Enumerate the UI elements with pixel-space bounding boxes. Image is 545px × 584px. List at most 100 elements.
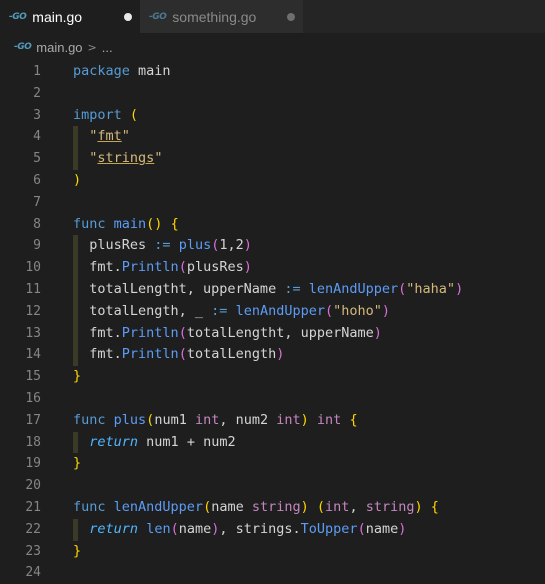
code-token: ( <box>316 498 326 515</box>
code-token: ) <box>300 411 309 428</box>
code-token: ( <box>324 302 334 319</box>
code-editor[interactable]: 1 package main 2 3 import (4 "fmt" 5 "strings… <box>0 61 545 584</box>
code-token: fmt <box>97 128 122 145</box>
code-token: len <box>146 520 171 537</box>
line-number: 2 <box>33 85 41 101</box>
code-line[interactable]: 7 <box>0 192 545 214</box>
code-token: ToUpper <box>300 520 358 537</box>
code-line[interactable]: 16 <box>0 388 545 410</box>
code-token: Println <box>121 259 179 276</box>
code-line[interactable]: 9 plusRes := plus(1,2) <box>0 235 545 258</box>
breadcrumb-file[interactable]: main.go <box>36 40 82 55</box>
code-line[interactable]: 18 return num1 + num2 <box>0 431 545 454</box>
code-line[interactable]: 6) <box>0 170 545 192</box>
code-token: Println <box>121 324 179 341</box>
code-line[interactable]: 2 <box>0 83 545 105</box>
code-line[interactable]: 20 <box>0 475 545 497</box>
code-token: int <box>325 498 350 515</box>
code-line[interactable]: 8 func main() { <box>0 214 545 236</box>
code-token: plusRes <box>186 259 244 276</box>
code-line[interactable]: 24 <box>0 562 545 584</box>
tab-label: main.go <box>32 8 83 25</box>
code-token: string <box>251 498 301 515</box>
code-text: } <box>73 541 81 563</box>
code-line[interactable]: 12 totalLength, _ := lenAndUpper("hoho") <box>0 300 545 323</box>
code-token: return <box>89 433 139 450</box>
code-token: := <box>211 302 228 319</box>
code-token: Println <box>121 346 179 363</box>
code-token: main <box>113 215 147 232</box>
code-token: string <box>365 498 415 515</box>
breadcrumb-symbols[interactable]: ... <box>102 40 113 55</box>
code-text: fmt.Println(plusRes) <box>73 257 252 279</box>
code-token: ) <box>398 520 407 537</box>
code-line[interactable]: 11 totalLengtht, upperName := lenAndUppe… <box>0 278 545 301</box>
line-number: 20 <box>25 478 41 494</box>
code-token: name <box>365 520 399 537</box>
code-line[interactable]: 21 func lenAndUpper(name string) (int, st… <box>0 497 545 519</box>
tab-something-go[interactable]: -GO something.go <box>140 0 303 33</box>
code-text: totalLength, _ := lenAndUpper("hoho") <box>73 301 390 323</box>
code-token: plus <box>178 237 212 254</box>
code-line[interactable]: 4 "fmt" <box>0 126 545 149</box>
code-line[interactable]: 15} <box>0 366 545 388</box>
code-line[interactable]: 5 "strings" <box>0 148 545 170</box>
code-token: fmt. <box>73 259 122 276</box>
line-number: 22 <box>25 521 41 537</box>
code-token: , strings. <box>219 520 301 537</box>
unsaved-dot-icon[interactable] <box>124 12 132 21</box>
code-text: import ( <box>73 105 138 127</box>
tab-main-go[interactable]: -GO main.go <box>0 0 140 33</box>
code-text: "fmt" <box>73 126 130 148</box>
code-token: ( <box>129 106 139 123</box>
code-token: ( <box>170 520 179 537</box>
code-token: ) <box>373 324 382 341</box>
code-line[interactable]: 14 fmt.Println(totalLength) <box>0 344 545 367</box>
line-number: 13 <box>25 325 41 341</box>
unsaved-dot-icon[interactable] <box>287 12 295 21</box>
code-line[interactable]: 3 import ( <box>0 105 545 127</box>
code-token: num1 <box>138 433 187 450</box>
code-token: ) <box>276 346 285 363</box>
code-token: " <box>121 128 130 145</box>
code-text: totalLengtht, upperName := lenAndUpper("… <box>73 279 463 301</box>
code-token: lenAndUpper <box>308 280 399 297</box>
code-token: totalLengtht, upperName <box>186 324 374 341</box>
code-token: main <box>129 63 171 79</box>
code-token: ( <box>178 324 187 341</box>
line-number: 15 <box>25 369 41 385</box>
code-token: plusRes <box>73 237 155 254</box>
code-line[interactable]: 19} <box>0 453 545 475</box>
chevron-right-icon: > <box>87 40 97 54</box>
tab-bar-empty-space[interactable] <box>303 0 545 33</box>
code-token: func <box>73 215 106 232</box>
code-line[interactable]: 17 func plus(num1 int, num2 int) int { <box>0 410 545 432</box>
code-text: fmt.Println(totalLength) <box>73 344 284 366</box>
code-line[interactable]: 22 return len(name), strings.ToUpper(nam… <box>0 518 545 541</box>
code-token: ) <box>243 259 252 276</box>
code-line[interactable]: 23} <box>0 541 545 563</box>
code-token: totalLengtht, upperName <box>73 280 285 297</box>
code-token: , <box>227 237 236 254</box>
code-token: " <box>154 150 163 167</box>
code-token: } <box>73 368 82 385</box>
code-token: } <box>73 542 82 559</box>
code-line[interactable]: 1 package main <box>0 61 545 83</box>
code-line[interactable]: 13 fmt.Println(totalLengtht, upperName) <box>0 322 545 345</box>
code-text: package main <box>73 61 171 83</box>
code-line[interactable]: 10 fmt.Println(plusRes) <box>0 257 545 279</box>
code-token: package <box>73 63 130 79</box>
code-token: int <box>276 411 301 428</box>
code-token: ( <box>203 498 212 515</box>
code-token: , num2 <box>219 411 277 428</box>
code-token: , <box>349 498 366 515</box>
